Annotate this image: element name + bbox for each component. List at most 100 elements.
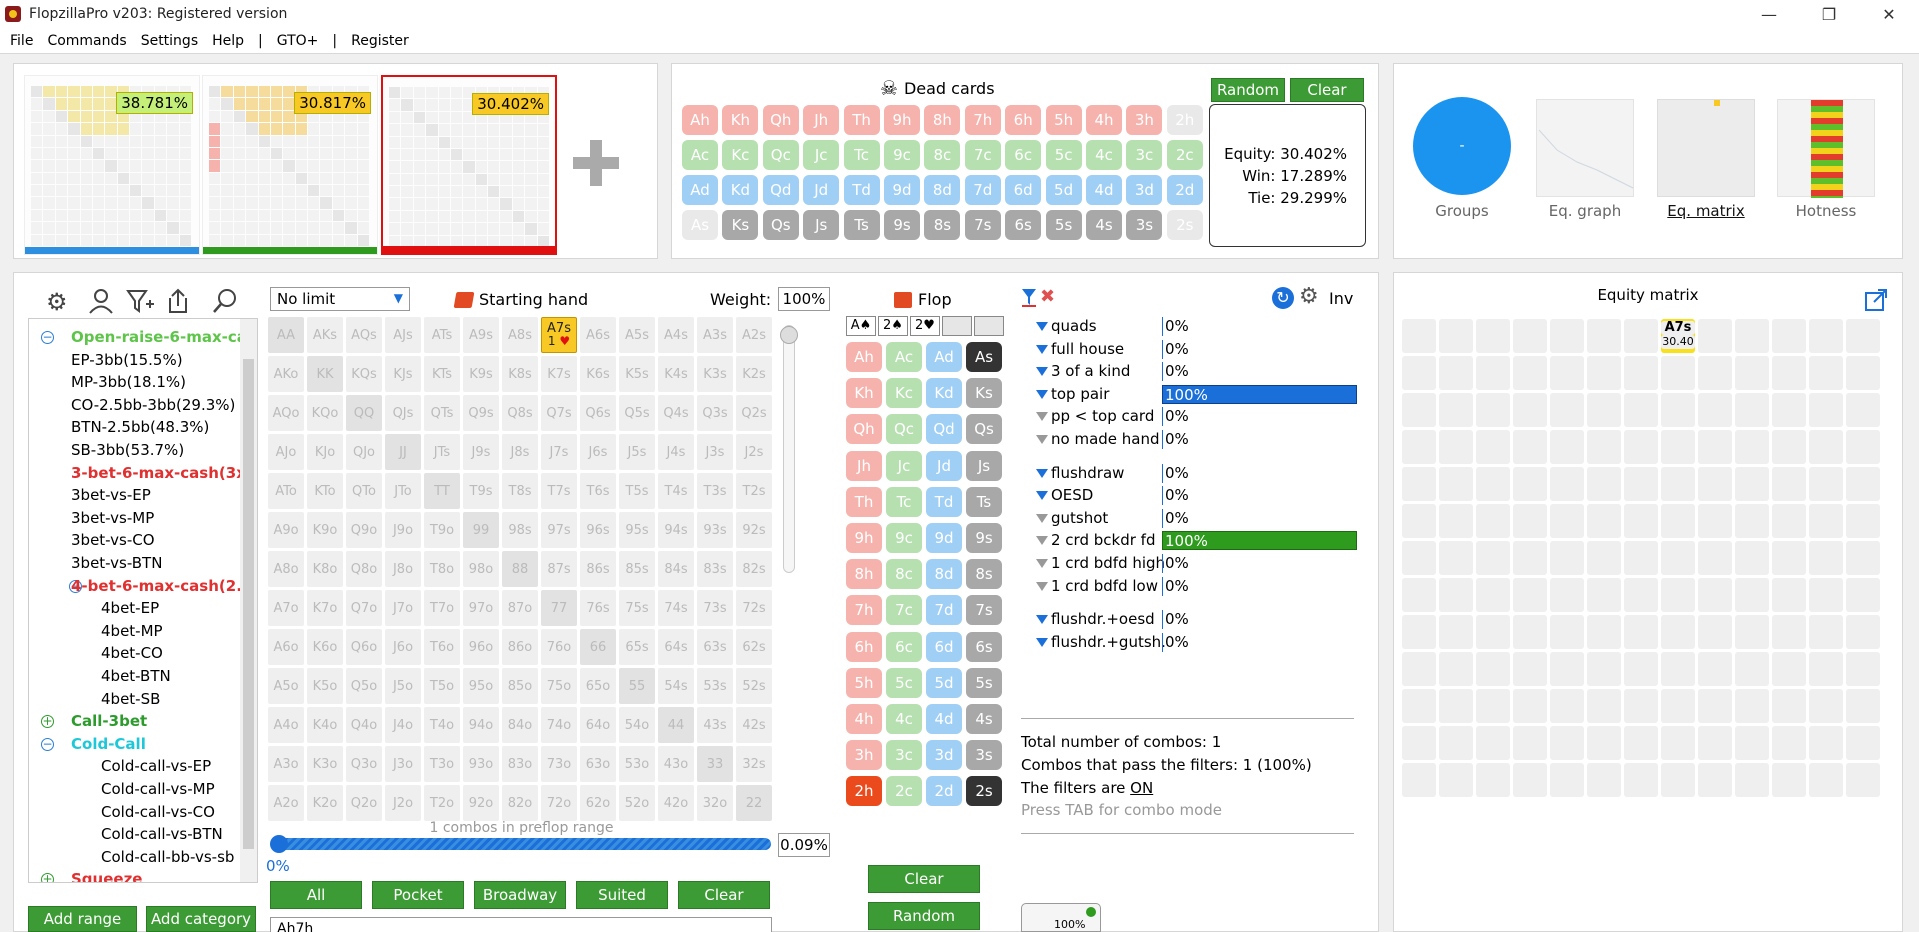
hand-cell-J5s[interactable]: J5s xyxy=(619,434,655,470)
hand-cell-J3s[interactable]: J3s xyxy=(697,434,733,470)
flop-card-9h[interactable]: 9h xyxy=(846,523,882,553)
hand-cell-A2s[interactable]: A2s xyxy=(736,317,772,353)
hand-cell-T4o[interactable]: T4o xyxy=(424,707,460,743)
export-icon[interactable] xyxy=(164,288,192,314)
hand-cell-53s[interactable]: 53s xyxy=(697,668,733,704)
hand-cell-Q5s[interactable]: Q5s xyxy=(619,395,655,431)
hand-cell-64s[interactable]: 64s xyxy=(658,629,694,665)
hand-cell-87s[interactable]: 87s xyxy=(541,551,577,587)
filter-1-crd-bdfd-low[interactable]: 1 crd bdfd low xyxy=(1036,577,1158,595)
flop-card-4d[interactable]: 4d xyxy=(926,704,962,734)
dead-card-6s[interactable]: 6s xyxy=(1005,210,1042,240)
hand-cell-72s[interactable]: 72s xyxy=(736,590,772,626)
eq-cell[interactable] xyxy=(1772,356,1806,390)
hand-cell-94o[interactable]: 94o xyxy=(463,707,499,743)
eq-cell[interactable] xyxy=(1476,356,1510,390)
eq-cell[interactable] xyxy=(1735,504,1769,538)
hand-cell-83s[interactable]: 83s xyxy=(697,551,733,587)
dead-card-3d[interactable]: 3d xyxy=(1126,175,1163,205)
filter-funnel-icon[interactable] xyxy=(1036,615,1048,625)
eq-cell[interactable] xyxy=(1624,467,1658,501)
eq-cell[interactable] xyxy=(1550,356,1584,390)
hand-cell-KQo[interactable]: KQo xyxy=(307,395,343,431)
filter-quads[interactable]: quads xyxy=(1036,317,1097,335)
flop-card-Jd[interactable]: Jd xyxy=(926,450,962,481)
dead-card-As[interactable]: As xyxy=(682,210,718,240)
dead-card-Ks[interactable]: Ks xyxy=(722,210,759,240)
eq-cell[interactable] xyxy=(1772,689,1806,723)
hand-cell-95o[interactable]: 95o xyxy=(463,668,499,704)
eq-cell[interactable] xyxy=(1772,430,1806,464)
dead-card-Ac[interactable]: Ac xyxy=(682,140,718,170)
eq-cell[interactable] xyxy=(1661,430,1695,464)
dead-card-Kh[interactable]: Kh xyxy=(722,105,759,135)
flop-card-7c[interactable]: 7c xyxy=(886,595,922,626)
hand-cell-Q6s[interactable]: Q6s xyxy=(580,395,616,431)
hand-cell-32o[interactable]: 32o xyxy=(697,785,733,821)
eq-matrix-label[interactable]: Eq. matrix xyxy=(1651,202,1761,220)
eq-cell[interactable] xyxy=(1439,356,1473,390)
board-slot[interactable] xyxy=(942,316,972,336)
hand-cell-99[interactable]: 99 xyxy=(463,512,499,548)
eq-cell[interactable] xyxy=(1402,430,1436,464)
flop-card-Tc[interactable]: Tc xyxy=(886,486,922,517)
hand-cell-52o[interactable]: 52o xyxy=(619,785,655,821)
hand-cell-84s[interactable]: 84s xyxy=(658,551,694,587)
filter-funnel-icon[interactable] xyxy=(1036,389,1048,399)
flop-card-2c[interactable]: 2c xyxy=(886,776,922,807)
eq-cell[interactable] xyxy=(1624,615,1658,649)
eq-cell[interactable] xyxy=(1735,467,1769,501)
eq-cell[interactable] xyxy=(1624,430,1658,464)
eq-cell[interactable] xyxy=(1809,763,1843,797)
tree-item[interactable]: 3bet-vs-CO xyxy=(71,531,155,549)
hand-cell-J4s[interactable]: J4s xyxy=(658,434,694,470)
dead-card-2d[interactable]: 2d xyxy=(1166,175,1203,205)
eq-cell[interactable] xyxy=(1698,356,1732,390)
hand-cell-87o[interactable]: 87o xyxy=(502,590,538,626)
hand-cell-93o[interactable]: 93o xyxy=(463,746,499,782)
hand-cell-84o[interactable]: 84o xyxy=(502,707,538,743)
board-slot[interactable]: 2♥ xyxy=(910,316,940,336)
dead-card-4d[interactable]: 4d xyxy=(1086,175,1122,205)
filter-oesd[interactable]: OESD xyxy=(1036,486,1093,504)
eq-cell[interactable] xyxy=(1661,504,1695,538)
eq-cell[interactable] xyxy=(1772,578,1806,612)
eq-cell[interactable] xyxy=(1402,615,1436,649)
eq-cell[interactable] xyxy=(1439,541,1473,575)
flop-card-5s[interactable]: 5s xyxy=(966,667,1002,698)
hand-cell-KK[interactable]: KK xyxy=(307,356,343,392)
tree-item[interactable]: Open-raise-6-max-cash xyxy=(71,328,257,346)
hand-cell-Q7s[interactable]: Q7s xyxy=(541,395,577,431)
hand-cell-K2o[interactable]: K2o xyxy=(307,785,343,821)
eq-cell[interactable] xyxy=(1809,689,1843,723)
tree-item[interactable]: Cold-call-bb-vs-sb xyxy=(101,848,234,866)
hand-cell-AQo[interactable]: AQo xyxy=(268,395,304,431)
flop-card-Jc[interactable]: Jc xyxy=(886,450,922,481)
groups-label[interactable]: Groups xyxy=(1407,202,1517,220)
flop-card-Td[interactable]: Td xyxy=(926,486,962,517)
eq-cell[interactable] xyxy=(1698,319,1732,353)
hand-cell-K5s[interactable]: K5s xyxy=(619,356,655,392)
hand-cell-A3s[interactable]: A3s xyxy=(697,317,733,353)
hand-cell-A5s[interactable]: A5s xyxy=(619,317,655,353)
eq-cell[interactable] xyxy=(1772,467,1806,501)
flop-card-Jh[interactable]: Jh xyxy=(846,450,882,481)
hand-cell-JTo[interactable]: JTo xyxy=(385,473,421,509)
hand-cell-T5s[interactable]: T5s xyxy=(619,473,655,509)
hand-cell-74o[interactable]: 74o xyxy=(541,707,577,743)
range-percent-slider[interactable] xyxy=(270,835,771,853)
tree-toggle-icon[interactable]: + xyxy=(41,715,54,729)
dead-card-Kd[interactable]: Kd xyxy=(722,175,759,205)
eq-cell[interactable] xyxy=(1624,393,1658,427)
eq-cell[interactable] xyxy=(1624,319,1658,353)
hand-cell-ATo[interactable]: ATo xyxy=(268,473,304,509)
eq-cell[interactable] xyxy=(1439,319,1473,353)
eq-cell[interactable] xyxy=(1513,726,1547,760)
eq-cell[interactable] xyxy=(1661,763,1695,797)
hand-cell-QTo[interactable]: QTo xyxy=(346,473,382,509)
hand-cell-T8o[interactable]: T8o xyxy=(424,551,460,587)
flop-card-Js[interactable]: Js xyxy=(966,450,1002,481)
dead-card-4s[interactable]: 4s xyxy=(1086,210,1122,240)
hand-cell-Q4o[interactable]: Q4o xyxy=(346,707,382,743)
tree-item[interactable]: EP-3bb(15.5%) xyxy=(71,351,183,369)
